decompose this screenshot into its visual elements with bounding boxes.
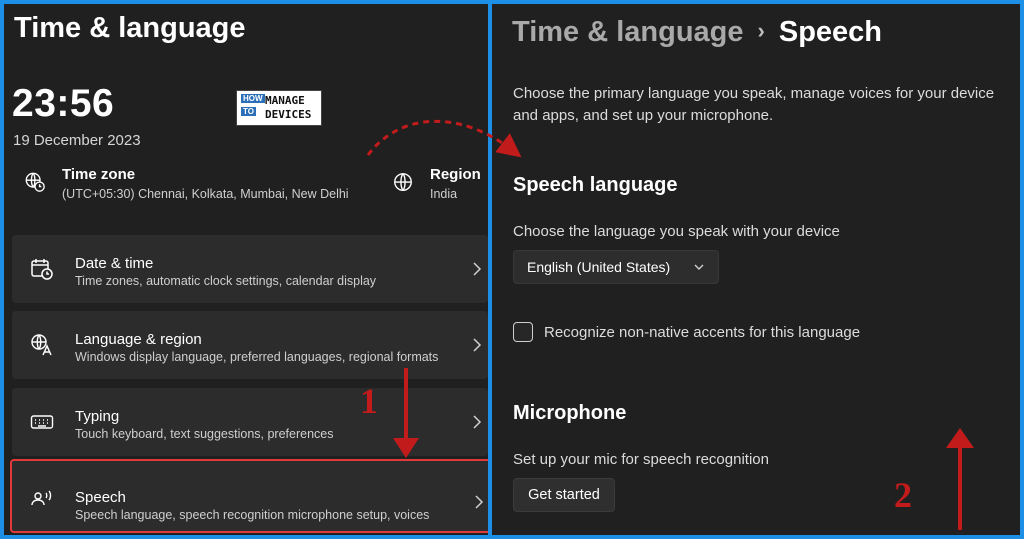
speech-icon: [31, 490, 52, 506]
region-label: Region: [430, 166, 481, 183]
get-started-button[interactable]: Get started: [513, 478, 615, 512]
time-zone-label: Time zone: [62, 166, 136, 183]
speech-language-label: Choose the language you speak with your …: [513, 223, 840, 240]
language-icon: [31, 334, 52, 356]
speech-settings-panel: Time & language › Speech Choose the primar…: [492, 4, 1020, 535]
clock-time: 23:56: [12, 82, 115, 125]
speech-language-select[interactable]: English (United States): [513, 250, 719, 284]
date-time-card[interactable]: Date & time Time zones, automatic clock …: [12, 235, 488, 303]
speech-language-heading: Speech language: [513, 174, 678, 196]
chevron-right-icon: [473, 338, 482, 352]
card-subtitle: Touch keyboard, text suggestions, prefer…: [75, 427, 334, 441]
globe-icon: [394, 173, 412, 191]
card-title: Date & time: [75, 255, 154, 272]
region-value: India: [430, 187, 458, 201]
card-subtitle: Speech language, speech recognition micr…: [75, 508, 430, 522]
card-title: Language & region: [75, 331, 202, 348]
clock-date: 19 December 2023: [13, 132, 141, 149]
microphone-heading: Microphone: [513, 402, 627, 424]
card-subtitle: Windows display language, preferred lang…: [75, 350, 439, 364]
typing-card[interactable]: Typing Touch keyboard, text suggestions,…: [12, 388, 488, 456]
chevron-down-icon: [694, 264, 704, 270]
calendar-clock-icon: [31, 259, 53, 280]
how-to-manage-devices-logo: HOW TO MANAGE DEVICES: [236, 90, 322, 126]
page-title: Time & language: [14, 12, 246, 44]
step-1-badge: 1: [360, 381, 378, 421]
card-title: Typing: [75, 408, 120, 425]
time-zone-value: (UTC+05:30) Chennai, Kolkata, Mumbai, Ne…: [62, 187, 349, 201]
chevron-right-icon: [473, 415, 482, 429]
keyboard-icon: [30, 415, 54, 429]
page-description: Choose the primary language you speak, m…: [513, 85, 995, 124]
non-native-accents-checkbox[interactable]: [513, 322, 533, 342]
card-subtitle: Time zones, automatic clock settings, ca…: [75, 274, 377, 288]
breadcrumb: Time & language › Speech: [512, 16, 882, 49]
globe-clock-icon: [25, 172, 45, 192]
speech-card[interactable]: Speech Speech language, speech recogniti…: [10, 459, 488, 533]
step-2-badge: 2: [894, 475, 912, 515]
breadcrumb-separator: ›: [757, 18, 765, 43]
breadcrumb-current: Speech: [778, 16, 883, 48]
breadcrumb-parent[interactable]: Time & language: [512, 16, 744, 48]
selected-language: English (United States): [527, 259, 671, 275]
chevron-right-icon: [475, 495, 484, 509]
language-region-card[interactable]: Language & region Windows display langua…: [12, 311, 488, 379]
non-native-accents-label[interactable]: Recognize non-native accents for this la…: [544, 324, 860, 341]
time-language-panel: Time & language 23:56 19 December 2023 H…: [4, 4, 488, 535]
chevron-right-icon: [473, 262, 482, 276]
card-title: Speech: [75, 489, 126, 506]
microphone-label: Set up your mic for speech recognition: [513, 451, 769, 468]
